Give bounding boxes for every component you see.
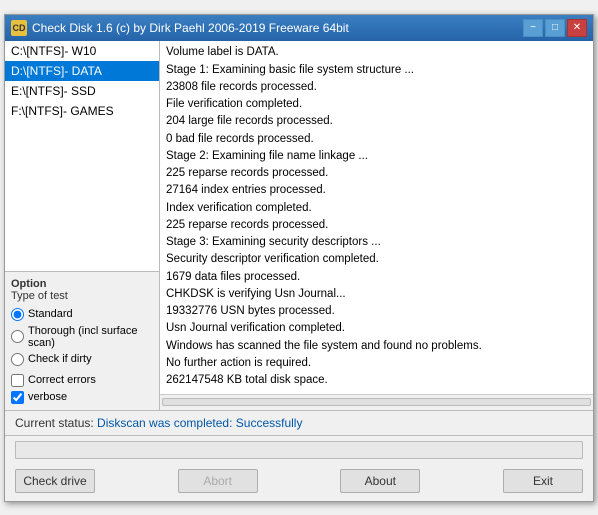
checkbox-verbose-input[interactable]: [11, 391, 24, 404]
log-line: Security descriptor verification complet…: [166, 251, 587, 268]
log-line: Stage 2: Examining file name linkage ...: [166, 148, 587, 165]
log-line: Index verification completed.: [166, 200, 587, 217]
app-icon: CD: [11, 20, 27, 36]
radio-thorough-label: Thorough (incl surface scan): [28, 325, 153, 349]
options-panel: Option Type of test Standard Thorough (i…: [5, 272, 159, 410]
left-panel: C:\[NTFS]- W10 D:\[NTFS]- DATA E:\[NTFS]…: [5, 41, 160, 410]
checkbox-correct-input[interactable]: [11, 374, 24, 387]
log-line: 27164 index entries processed.: [166, 182, 587, 199]
abort-button[interactable]: Abort: [178, 469, 258, 493]
log-line: 225 reparse records processed.: [166, 165, 587, 182]
exit-button[interactable]: Exit: [503, 469, 583, 493]
title-controls: − □ ✕: [523, 19, 587, 37]
radio-thorough-input[interactable]: [11, 330, 24, 343]
about-button[interactable]: About: [340, 469, 420, 493]
log-line: 262147548 KB total disk space.: [166, 372, 587, 389]
log-output[interactable]: ~-~-~-~-~-~-~-~-~-~-~-~-~-checkDisk will…: [160, 41, 593, 394]
checkbox-group: Correct errors verbose: [11, 374, 153, 404]
log-line: 225 reparse records processed.: [166, 217, 587, 234]
log-line: 19332776 USN bytes processed.: [166, 303, 587, 320]
radio-dirty-label: Check if dirty: [28, 353, 92, 365]
log-line: Volume label is DATA.: [166, 44, 587, 61]
log-line: 0 bad file records processed.: [166, 131, 587, 148]
close-button[interactable]: ✕: [567, 19, 587, 37]
log-line: 23808 file records processed.: [166, 79, 587, 96]
radio-standard-label: Standard: [28, 308, 73, 320]
drive-item-f[interactable]: F:\[NTFS]- GAMES: [5, 101, 159, 121]
check-drive-button[interactable]: Check drive: [15, 469, 95, 493]
log-line: Usn Journal verification completed.: [166, 320, 587, 337]
right-panel: ~-~-~-~-~-~-~-~-~-~-~-~-~-checkDisk will…: [160, 41, 593, 410]
checkbox-correct-label: Correct errors: [28, 374, 96, 386]
log-line: Stage 1: Examining basic file system str…: [166, 62, 587, 79]
radio-dirty[interactable]: Check if dirty: [11, 353, 153, 366]
drive-item-c[interactable]: C:\[NTFS]- W10: [5, 41, 159, 61]
maximize-button[interactable]: □: [545, 19, 565, 37]
log-line: No further action is required.: [166, 355, 587, 372]
checkbox-verbose-label: verbose: [28, 391, 67, 403]
status-label: Current status:: [15, 416, 94, 430]
minimize-button[interactable]: −: [523, 19, 543, 37]
options-subheader: Type of test: [11, 290, 153, 302]
window-title: Check Disk 1.6 (c) by Dirk Paehl 2006-20…: [32, 21, 349, 35]
drive-list[interactable]: C:\[NTFS]- W10 D:\[NTFS]- DATA E:\[NTFS]…: [5, 41, 159, 272]
radio-dirty-input[interactable]: [11, 353, 24, 366]
radio-standard-input[interactable]: [11, 308, 24, 321]
title-bar: CD Check Disk 1.6 (c) by Dirk Paehl 2006…: [5, 15, 593, 41]
progress-bar-container: [15, 441, 583, 459]
horizontal-scrollbar[interactable]: [160, 394, 593, 410]
log-line: File verification completed.: [166, 96, 587, 113]
log-line: Windows has scanned the file system and …: [166, 338, 587, 355]
radio-standard[interactable]: Standard: [11, 308, 153, 321]
status-message: Diskscan was completed: Successfully: [97, 416, 302, 430]
status-bar: Current status: Diskscan was completed: …: [5, 411, 593, 436]
checkbox-correct[interactable]: Correct errors: [11, 374, 153, 387]
log-line: 204 large file records processed.: [166, 113, 587, 130]
log-line: Stage 3: Examining security descriptors …: [166, 234, 587, 251]
options-header: Option: [11, 278, 153, 290]
title-bar-left: CD Check Disk 1.6 (c) by Dirk Paehl 2006…: [11, 20, 349, 36]
drive-item-e[interactable]: E:\[NTFS]- SSD: [5, 81, 159, 101]
main-content: C:\[NTFS]- W10 D:\[NTFS]- DATA E:\[NTFS]…: [5, 41, 593, 411]
log-line: CHKDSK is verifying Usn Journal...: [166, 286, 587, 303]
main-window: CD Check Disk 1.6 (c) by Dirk Paehl 2006…: [4, 14, 594, 502]
scrollbar-track[interactable]: [162, 398, 591, 406]
radio-group: Standard Thorough (incl surface scan) Ch…: [11, 308, 153, 366]
bottom-buttons: Check drive Abort About Exit: [5, 463, 593, 501]
radio-thorough[interactable]: Thorough (incl surface scan): [11, 325, 153, 349]
drive-item-d[interactable]: D:\[NTFS]- DATA: [5, 61, 159, 81]
log-line: 1679 data files processed.: [166, 269, 587, 286]
checkbox-verbose[interactable]: verbose: [11, 391, 153, 404]
